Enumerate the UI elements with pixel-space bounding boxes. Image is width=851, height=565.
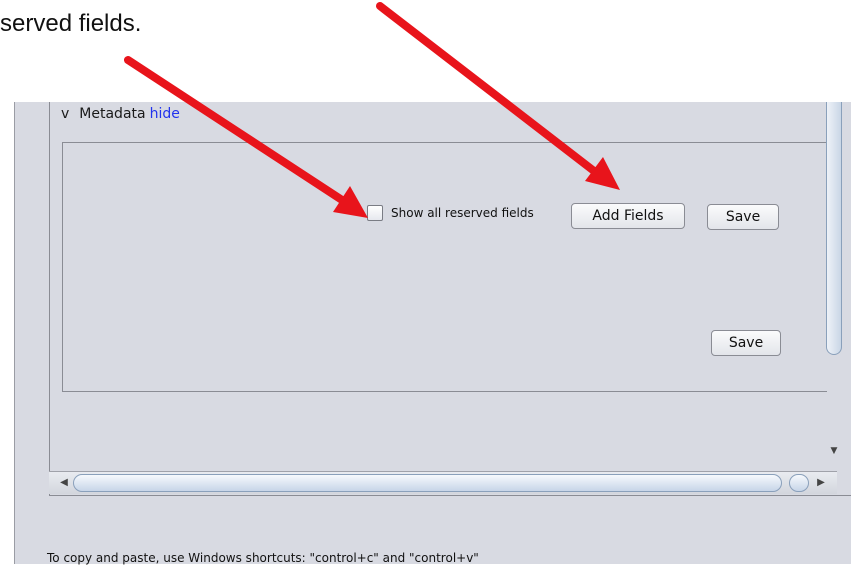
- copy-paste-hint: To copy and paste, use Windows shortcuts…: [47, 551, 479, 565]
- horizontal-scrollbar-cap: [789, 474, 809, 492]
- caption-text: served fields.: [0, 10, 142, 37]
- save-button-bottom[interactable]: Save: [711, 330, 781, 356]
- show-reserved-fields-checkbox[interactable]: [367, 205, 383, 221]
- save-button-top[interactable]: Save: [707, 204, 779, 230]
- scroll-right-arrow-icon[interactable]: ▶: [812, 474, 830, 492]
- metadata-header: v Metadata hide: [61, 106, 180, 122]
- hide-link[interactable]: hide: [150, 106, 180, 122]
- scroll-down-arrow-icon[interactable]: ▼: [828, 443, 840, 459]
- metadata-panel: Show all reserved fields Add Fields Save…: [62, 142, 835, 392]
- add-fields-button[interactable]: Add Fields: [571, 203, 685, 229]
- vertical-scrollbar-thumb[interactable]: [826, 102, 842, 355]
- scroll-pane: v Metadata hide Show all reserved fields A…: [49, 102, 851, 496]
- horizontal-scrollbar-thumb[interactable]: [73, 474, 782, 492]
- collapse-toggle-icon[interactable]: v: [61, 106, 69, 122]
- metadata-title: Metadata: [79, 106, 146, 122]
- application-window: v Metadata hide Show all reserved fields A…: [14, 102, 851, 565]
- show-reserved-fields-label: Show all reserved fields: [391, 206, 534, 220]
- horizontal-scrollbar[interactable]: ◀ ▶: [49, 471, 837, 494]
- scroll-left-arrow-icon[interactable]: ◀: [55, 474, 73, 492]
- show-reserved-fields-option[interactable]: Show all reserved fields: [367, 205, 534, 221]
